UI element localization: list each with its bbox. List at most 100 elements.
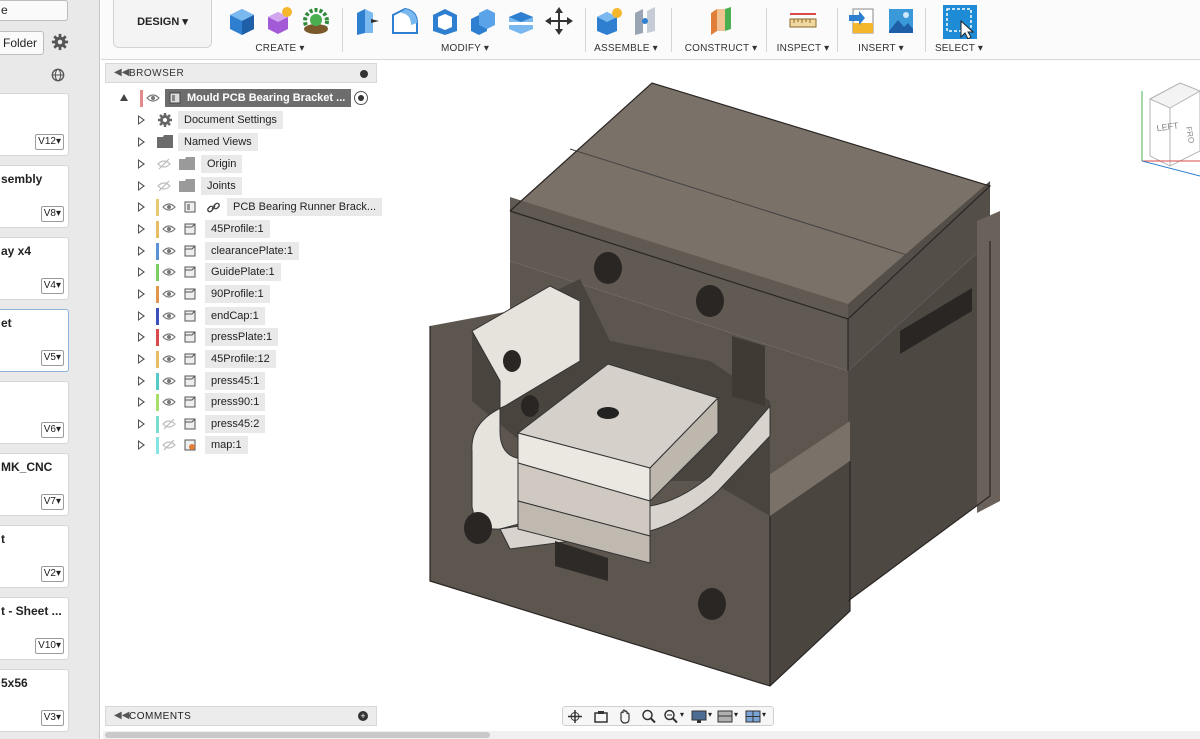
eye-icon[interactable] (162, 223, 176, 235)
globe-icon[interactable] (51, 68, 65, 82)
derive-icon[interactable] (300, 5, 332, 37)
root-component-label[interactable]: Mould PCB Bearing Bracket ... (165, 89, 351, 107)
measure-icon[interactable] (787, 5, 819, 37)
insert-menu-label[interactable]: INSERT ▾ (843, 43, 919, 54)
zoom-icon[interactable] (641, 709, 657, 724)
eye-icon[interactable] (162, 375, 176, 387)
version-badge[interactable]: V7▾ (40, 494, 64, 510)
browser-item-body[interactable]: 45Profile:12 (105, 350, 377, 368)
new-component-assemble-icon[interactable] (593, 5, 625, 37)
gear-icon[interactable] (51, 33, 69, 51)
modify-menu-label[interactable]: MODIFY ▾ (347, 43, 583, 54)
display-settings-icon[interactable] (691, 709, 707, 724)
horizontal-scrollbar[interactable] (103, 731, 1200, 739)
workspace-switcher[interactable]: DESIGN ▾ (113, 0, 212, 48)
data-panel-top-button[interactable]: e (0, 0, 68, 21)
expand-arrow-icon[interactable] (138, 181, 145, 191)
eye-hidden-icon[interactable] (157, 180, 171, 192)
version-badge[interactable]: V3▾ (40, 710, 64, 726)
scrollbar-thumb[interactable] (105, 732, 490, 738)
comments-panel[interactable]: ◀◀ COMMENTS + (105, 706, 377, 726)
joint-icon[interactable] (629, 5, 661, 37)
version-badge[interactable]: V4▾ (40, 278, 64, 294)
eye-icon[interactable] (162, 245, 176, 257)
3d-viewport[interactable]: LEFT FRO (380, 61, 1200, 729)
browser-item-body[interactable]: 45Profile:1 (105, 220, 377, 238)
eye-icon[interactable] (162, 201, 176, 213)
expand-arrow-icon[interactable] (138, 397, 145, 407)
version-badge[interactable]: V12▾ (35, 134, 64, 150)
pan-icon[interactable] (617, 709, 633, 724)
expand-arrow-icon[interactable] (138, 159, 145, 169)
browser-item-body[interactable]: press45:2 (105, 415, 377, 433)
browser-item-body[interactable]: map:1 (105, 436, 377, 454)
assemble-menu-label[interactable]: ASSEMBLE ▾ (591, 43, 661, 54)
viewcube[interactable]: LEFT FRO (1141, 82, 1200, 177)
expand-arrow-icon[interactable] (138, 202, 145, 212)
expand-arrow-icon[interactable] (138, 311, 145, 321)
expand-arrow-icon[interactable] (138, 224, 145, 234)
version-badge[interactable]: V2▾ (40, 566, 64, 582)
grid-snaps-icon[interactable] (717, 709, 733, 724)
expand-arrow-icon[interactable] (138, 354, 145, 364)
create-form-icon[interactable] (262, 5, 294, 37)
expand-arrow-icon[interactable] (120, 94, 128, 101)
eye-icon[interactable] (162, 266, 176, 278)
design-card[interactable]: 5x56 V3▾ (0, 669, 69, 732)
browser-item[interactable]: Origin (105, 155, 377, 173)
browser-item[interactable]: Document Settings (105, 111, 377, 129)
chevron-down-icon[interactable]: ▾ (762, 710, 766, 719)
design-card[interactable]: sembly V8▾ (0, 165, 69, 228)
browser-item-body[interactable]: endCap:1 (105, 307, 377, 325)
offset-plane-icon[interactable] (705, 5, 737, 37)
expand-arrow-icon[interactable] (138, 332, 145, 342)
browser-item-body[interactable]: clearancePlate:1 (105, 242, 377, 260)
expand-arrow-icon[interactable] (138, 376, 145, 386)
activate-radio-icon[interactable] (354, 91, 368, 105)
eye-hidden-icon[interactable] (157, 158, 171, 170)
browser-pin-icon[interactable] (360, 70, 368, 78)
eye-icon[interactable] (162, 310, 176, 322)
eye-icon[interactable] (162, 331, 176, 343)
browser-item[interactable]: Joints (105, 177, 377, 195)
eye-icon[interactable] (162, 288, 176, 300)
eye-icon[interactable] (162, 396, 176, 408)
add-comment-icon[interactable]: + (358, 711, 368, 721)
version-badge[interactable]: V6▾ (40, 422, 64, 438)
expand-arrow-icon[interactable] (138, 419, 145, 429)
insert-image-icon[interactable] (885, 5, 917, 37)
move-icon[interactable] (543, 5, 575, 37)
design-card[interactable]: V6▾ (0, 381, 69, 444)
browser-item[interactable]: Named Views (105, 133, 377, 151)
look-at-icon[interactable] (593, 709, 609, 724)
new-component-icon[interactable] (226, 5, 258, 37)
model-right-plate[interactable] (977, 211, 1000, 513)
create-menu-label[interactable]: CREATE ▾ (222, 43, 338, 54)
inspect-menu-label[interactable]: INSPECT ▾ (773, 43, 833, 54)
browser-root-row[interactable]: Mould PCB Bearing Bracket ... (105, 89, 377, 107)
design-card-selected[interactable]: et V5▾ (0, 309, 69, 372)
version-badge[interactable]: V8▾ (40, 206, 64, 222)
version-badge[interactable]: V10▾ (35, 638, 64, 654)
orbit-icon[interactable] (567, 709, 583, 724)
chevron-down-icon[interactable]: ▾ (680, 710, 684, 719)
browser-item-body[interactable]: press45:1 (105, 372, 377, 390)
replace-face-icon[interactable] (505, 5, 537, 37)
chevron-down-icon[interactable]: ▾ (734, 710, 738, 719)
eye-hidden-icon[interactable] (162, 418, 176, 430)
zoom-window-icon[interactable] (663, 709, 679, 724)
expand-arrow-icon[interactable] (138, 115, 145, 125)
browser-item-body[interactable]: press90:1 (105, 393, 377, 411)
collapse-panel-icon[interactable]: ◀◀ (114, 710, 129, 721)
eye-hidden-icon[interactable] (162, 439, 176, 451)
press-pull-icon[interactable] (351, 5, 383, 37)
version-badge[interactable]: V5▾ (40, 350, 64, 366)
browser-item-body[interactable]: GuidePlate:1 (105, 263, 377, 281)
eye-icon[interactable] (162, 353, 176, 365)
design-card[interactable]: t - Sheet ... V10▾ (0, 597, 69, 660)
select-menu-label[interactable]: SELECT ▾ (931, 43, 987, 54)
browser-item-body[interactable]: 90Profile:1 (105, 285, 377, 303)
design-card[interactable]: MK_CNC V7▾ (0, 453, 69, 516)
browser-item-linked-component[interactable]: PCB Bearing Runner Brack... (105, 198, 383, 216)
design-card[interactable]: t V2▾ (0, 525, 69, 588)
